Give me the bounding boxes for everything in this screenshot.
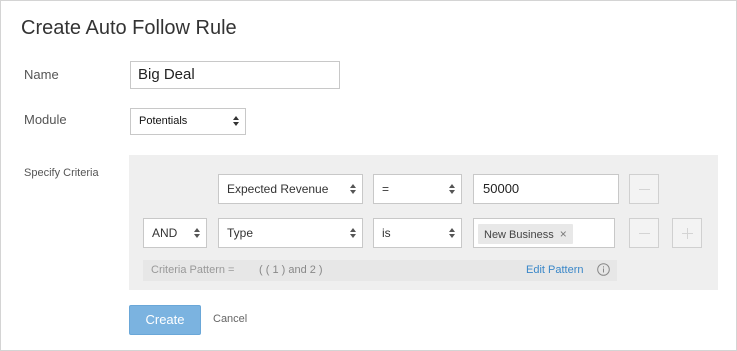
criteria-field-value-1: Expected Revenue bbox=[227, 182, 329, 196]
criteria-operator-value-2: is bbox=[382, 226, 391, 240]
criteria-field-value-2: Type bbox=[227, 226, 254, 240]
tag-remove-icon[interactable]: × bbox=[560, 227, 567, 241]
minus-icon bbox=[639, 189, 650, 190]
criteria-field-select-2[interactable]: Type bbox=[218, 218, 363, 248]
updown-arrows-icon bbox=[350, 184, 356, 194]
create-button[interactable]: Create bbox=[129, 305, 201, 335]
remove-criteria-button-2[interactable] bbox=[629, 218, 659, 248]
name-input[interactable]: Big Deal bbox=[130, 61, 340, 89]
value-tag-label: New Business bbox=[484, 229, 554, 241]
add-criteria-button[interactable] bbox=[672, 218, 702, 248]
criteria-connector-select[interactable]: AND bbox=[143, 218, 207, 248]
module-label: Module bbox=[24, 112, 67, 127]
criteria-value-input-1[interactable]: 50000 bbox=[473, 174, 619, 204]
value-tag: New Business × bbox=[478, 224, 573, 244]
criteria-pattern-value: ( ( 1 ) and 2 ) bbox=[259, 264, 323, 276]
remove-criteria-button-1[interactable] bbox=[629, 174, 659, 204]
minus-icon bbox=[639, 233, 650, 234]
criteria-operator-value-1: = bbox=[382, 182, 390, 196]
updown-arrows-icon bbox=[233, 116, 239, 126]
criteria-field-select-1[interactable]: Expected Revenue bbox=[218, 174, 363, 204]
updown-arrows-icon bbox=[449, 228, 455, 238]
cancel-button[interactable]: Cancel bbox=[213, 313, 247, 325]
criteria-pattern-label: Criteria Pattern = bbox=[151, 264, 235, 276]
criteria-pattern-bar: Criteria Pattern = ( ( 1 ) and 2 ) Edit … bbox=[143, 260, 617, 281]
updown-arrows-icon bbox=[449, 184, 455, 194]
module-select[interactable]: Potentials bbox=[130, 108, 246, 135]
dialog-title: Create Auto Follow Rule bbox=[21, 17, 237, 39]
criteria-operator-select-2[interactable]: is bbox=[373, 218, 462, 248]
updown-arrows-icon bbox=[194, 228, 200, 238]
specify-criteria-label: Specify Criteria bbox=[24, 167, 99, 179]
info-icon[interactable] bbox=[597, 263, 610, 276]
updown-arrows-icon bbox=[350, 228, 356, 238]
criteria-connector-value: AND bbox=[152, 226, 178, 240]
name-label: Name bbox=[24, 67, 59, 82]
criteria-operator-select-1[interactable]: = bbox=[373, 174, 462, 204]
edit-pattern-link[interactable]: Edit Pattern bbox=[526, 264, 583, 276]
criteria-value-input-2[interactable]: New Business × bbox=[473, 218, 615, 248]
module-select-value: Potentials bbox=[139, 115, 188, 127]
